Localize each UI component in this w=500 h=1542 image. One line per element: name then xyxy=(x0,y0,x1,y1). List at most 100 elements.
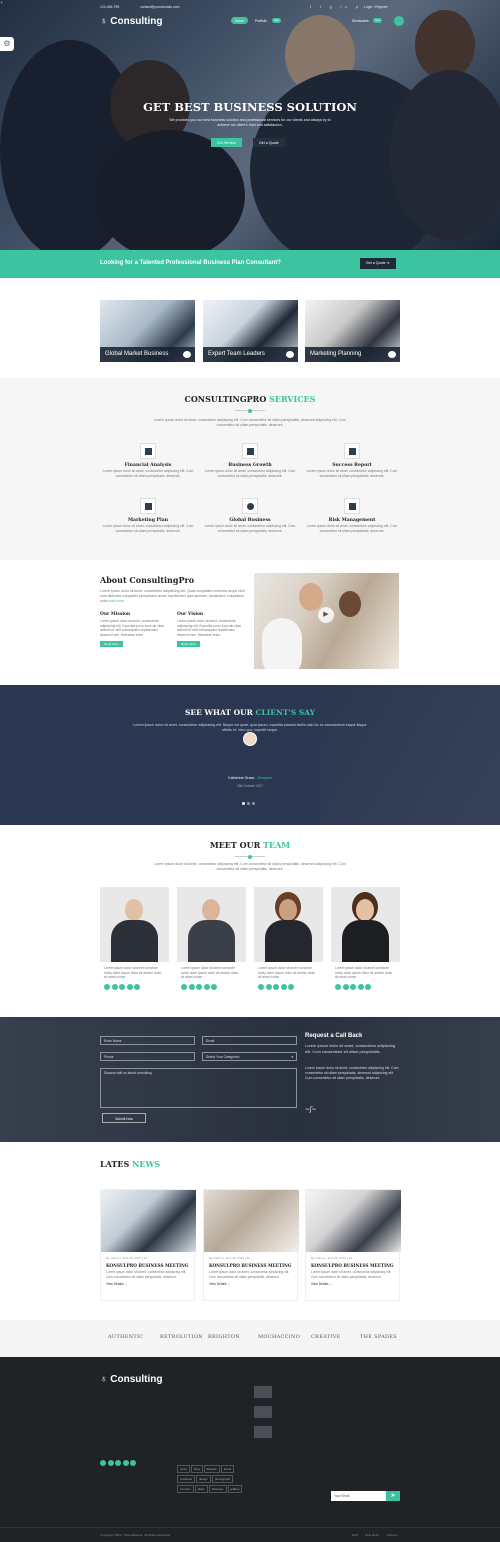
member-social-icons[interactable] xyxy=(254,984,323,991)
brand-logo[interactable]: THE SPADES xyxy=(360,1334,397,1340)
chevron-down-icon: ▾ xyxy=(291,1055,293,1059)
submit-button[interactable]: Submit Now xyxy=(102,1113,146,1123)
slider-dots[interactable] xyxy=(242,801,262,805)
pie-chart-icon xyxy=(286,351,294,358)
email-text: contact@yourdomain.com xyxy=(140,5,180,9)
feature-card-marketing[interactable]: Marketing Planning xyxy=(305,300,400,362)
feature-card-global-market[interactable]: Global Market Business xyxy=(100,300,195,362)
news-card[interactable]: By: Admin | June 26, 2015 | 30 KONSULPRO … xyxy=(203,1189,299,1301)
service-text: Lorem ipsum dolor sit amet, consectetur … xyxy=(204,469,296,478)
tag[interactable]: travel xyxy=(220,1465,235,1473)
get-quote-button[interactable]: Get a Quote xyxy=(253,138,285,147)
feature-card-expert-team[interactable]: Expert Team Leaders xyxy=(203,300,298,362)
tag[interactable]: design xyxy=(196,1475,211,1483)
social-icons[interactable]: f t g in p xyxy=(310,5,362,9)
login-link[interactable]: Login / Register xyxy=(364,5,388,9)
tag[interactable]: lifestyle xyxy=(203,1465,220,1473)
news-excerpt: Lorem ipsum dolor sit amet, consectetur … xyxy=(311,1270,392,1279)
member-bio: Lorem ipsum dolor sit amet consecte lore… xyxy=(181,966,239,980)
footer-faq-link[interactable]: FAQ xyxy=(352,1533,358,1537)
tag[interactable]: news xyxy=(177,1465,191,1473)
team-member[interactable]: Lorem ipsum dolor sit amet consecte lore… xyxy=(331,887,400,991)
service-text: Lorem ipsum dolor sit amet, consectetur … xyxy=(102,524,194,533)
brand-logo[interactable]: CREATIVE xyxy=(311,1334,341,1340)
copyright-text: Copyright ©2017 ThemeMascot. All Rights … xyxy=(100,1533,171,1537)
cta-quote-label: Get a Quote xyxy=(366,261,386,265)
tag[interactable]: creatives xyxy=(177,1475,196,1483)
nav-home-button[interactable]: Home xyxy=(231,17,248,24)
phone-input[interactable]: Phone xyxy=(100,1052,195,1061)
read-more-link[interactable]: read more xyxy=(108,599,124,603)
service-marketing-plan[interactable]: Marketing Plan Lorem ipsum dolor sit amet… xyxy=(98,498,198,534)
news-card[interactable]: By: Admin | June 26, 2015 | 30 KONSULPRO … xyxy=(305,1189,401,1301)
news-excerpt: Lorem ipsum dolor sit amet, consectetur … xyxy=(106,1270,187,1279)
member-social-icons[interactable] xyxy=(100,984,169,991)
service-text: Lorem ipsum dolor sit amet, consectetur … xyxy=(306,524,398,533)
settings-gear-icon[interactable]: ⚙ xyxy=(0,37,14,51)
nav-shortcodes[interactable]: Shortcodes xyxy=(352,17,369,24)
view-details-link[interactable]: View Details → xyxy=(306,1279,399,1286)
brand-logo[interactable]: RETROLUTION xyxy=(160,1334,203,1340)
author-avatar xyxy=(243,732,257,746)
services-subtitle: Lorem ipsum dolor sit amet, consectetur … xyxy=(154,418,346,427)
member-social-icons[interactable] xyxy=(177,984,246,991)
footer-support-link[interactable]: Support xyxy=(387,1533,398,1537)
search-icon[interactable] xyxy=(394,16,404,26)
news-card[interactable]: By: Admin | June 26, 2015 | 30 KONSULPRO … xyxy=(100,1189,196,1301)
tag[interactable]: blog xyxy=(191,1465,203,1473)
new-badge: New xyxy=(373,18,383,23)
category-select[interactable]: Select Your Categories ▾ xyxy=(202,1052,297,1061)
view-details-link[interactable]: View Details → xyxy=(204,1279,297,1286)
testimonial-title: SEE WHAT OUR CLIENT'S SAY xyxy=(0,708,500,717)
email-input[interactable]: Email xyxy=(202,1036,297,1045)
member-photo xyxy=(331,887,400,962)
footer-social-icons[interactable] xyxy=(100,1460,138,1467)
team-member[interactable]: Lorem ipsum dolor sit amet consecte lore… xyxy=(177,887,246,991)
copyright-bar: Copyright ©2017 ThemeMascot. All Rights … xyxy=(0,1527,500,1542)
service-success-report[interactable]: Success Report Lorem ipsum dolor sit amet… xyxy=(302,443,402,479)
tag[interactable]: slider xyxy=(194,1485,208,1493)
footer-logo[interactable]: ♁ Consulting xyxy=(100,1374,163,1385)
service-risk-management[interactable]: Risk Management Lorem ipsum dolor sit ame… xyxy=(302,498,402,534)
service-global-business[interactable]: Global Business Lorem ipsum dolor sit ame… xyxy=(200,498,300,534)
mission-title: Our Mission xyxy=(100,612,131,617)
team-member[interactable]: Lorem ipsum dolor sit amet consecte lore… xyxy=(100,887,169,991)
send-icon[interactable]: ➤ xyxy=(386,1491,400,1501)
title-divider xyxy=(235,408,265,413)
message-textarea[interactable]: Discuss with us about consulting xyxy=(100,1068,297,1108)
nav-portfolio[interactable]: Portfolio xyxy=(255,17,267,24)
service-financial-analysis[interactable]: Financial Analysis Lorem ipsum dolor sit … xyxy=(98,443,198,479)
tag[interactable]: gallery xyxy=(227,1485,243,1493)
news-title: LATES NEWS xyxy=(100,1159,160,1169)
tag[interactable]: business xyxy=(208,1485,227,1493)
footer-helpdesk-link[interactable]: Help Desk xyxy=(365,1533,379,1537)
name-input[interactable]: Enter Name xyxy=(100,1036,195,1045)
member-social-icons[interactable] xyxy=(331,984,400,991)
services-title: CONSULTINGPRO SERVICES xyxy=(0,394,500,404)
phone-text: 123-456-789 xyxy=(100,5,120,9)
author-role: Designer xyxy=(257,776,272,780)
about-text: Lorem ipsum dolor sit amet, consectetur … xyxy=(100,589,248,603)
about-video-image: ▶ xyxy=(254,573,399,669)
team-member[interactable]: Lorem ipsum dolor sit amet consecte lore… xyxy=(254,887,323,991)
chart-icon xyxy=(388,351,396,358)
brand-logo[interactable]: BRIGHTON xyxy=(208,1334,240,1340)
feature-label: Expert Team Leaders xyxy=(208,351,265,357)
brand-logo[interactable]: AUTHENTIC xyxy=(108,1334,143,1340)
tag[interactable]: photograph xyxy=(211,1475,234,1483)
mission-read-more-button[interactable]: Read More xyxy=(100,640,123,647)
service-title: Marketing Plan xyxy=(127,518,169,523)
service-business-growth[interactable]: Business Growth Lorem ipsum dolor sit ame… xyxy=(200,443,300,479)
vision-read-more-button[interactable]: Read More xyxy=(177,640,200,647)
vision-text: Lorem ipsum dolor sit amet, consectetur … xyxy=(177,619,242,638)
cta-bar: Looking for a Talented Professional Busi… xyxy=(0,250,500,278)
play-icon[interactable]: ▶ xyxy=(318,607,334,623)
new-badge: New xyxy=(272,18,282,23)
view-details-link[interactable]: View Details → xyxy=(101,1279,194,1286)
feature-label: Marketing Planning xyxy=(310,351,362,357)
our-service-button[interactable]: Our Service xyxy=(211,138,242,147)
brand-logo[interactable]: MOCHACCINO xyxy=(258,1334,300,1340)
tag[interactable]: sources xyxy=(177,1485,194,1493)
cta-quote-button[interactable]: Get a Quote ➜ xyxy=(360,258,396,269)
subscribe-email-input[interactable]: Your Email xyxy=(331,1491,391,1501)
